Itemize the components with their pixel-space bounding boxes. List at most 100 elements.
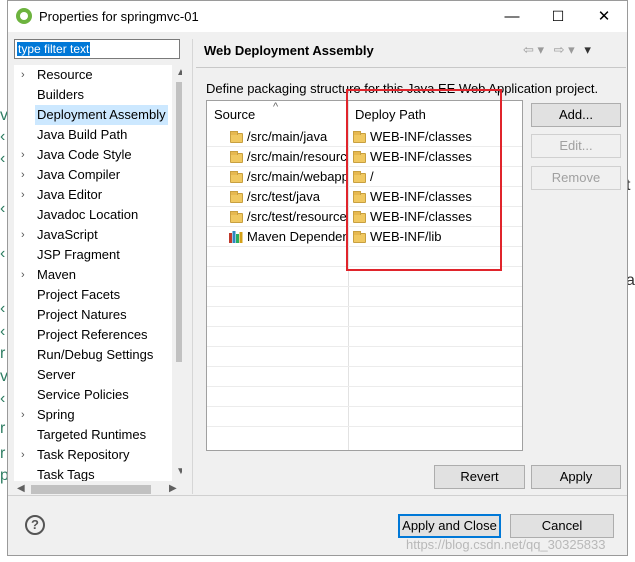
chevron-right-icon[interactable]: › <box>21 165 31 185</box>
tree-item[interactable]: Builders <box>14 85 172 105</box>
scroll-down-icon[interactable]: ▼ <box>176 466 182 477</box>
tree-item[interactable]: Task Tags <box>14 465 172 481</box>
tree-item-label: Targeted Runtimes <box>37 427 147 442</box>
folder-icon <box>230 131 243 143</box>
add-button[interactable]: Add... <box>531 103 621 127</box>
apply-button[interactable]: Apply <box>531 465 621 489</box>
minimize-button[interactable]: — <box>489 1 535 32</box>
view-menu-icon[interactable]: ▾ <box>584 42 591 57</box>
background-glyph: ‹ <box>0 150 6 167</box>
scroll-left-icon[interactable]: ◀ <box>17 483 25 494</box>
scroll-right-icon[interactable]: ▶ <box>169 483 177 494</box>
page-title: Web Deployment Assembly <box>204 43 374 58</box>
tree-item[interactable]: Javadoc Location <box>14 205 172 225</box>
property-tree: › Resource Builders Deployment Assembly Java… <box>14 65 182 481</box>
forward-arrow-icon[interactable]: ⇨ ▾ <box>554 42 575 57</box>
filter-input[interactable]: type filter text <box>14 39 180 59</box>
background-glyph: ‹ <box>0 128 6 145</box>
page-navigation: ⇦ ▾ ⇨ ▾ ▾ <box>523 42 591 58</box>
chevron-right-icon[interactable]: › <box>21 225 31 245</box>
close-button[interactable]: ✕ <box>581 1 627 32</box>
tree-item-label: Spring <box>37 407 75 422</box>
folder-icon <box>230 171 243 183</box>
window-title: Properties for springmvc-01 <box>39 9 199 24</box>
tree-item[interactable]: › Maven <box>14 265 172 285</box>
pane-divider[interactable] <box>192 39 193 494</box>
back-arrow-icon[interactable]: ⇦ ▾ <box>523 42 544 57</box>
chevron-right-icon[interactable]: › <box>21 405 31 425</box>
tree-item[interactable]: › Java Editor <box>14 185 172 205</box>
apply-and-close-button[interactable]: Apply and Close <box>398 514 501 538</box>
background-glyph: r <box>0 445 6 462</box>
background-glyph: ‹ <box>0 300 6 317</box>
tree-item[interactable]: Deployment Assembly <box>14 105 172 125</box>
tree-item-label: Project Facets <box>37 287 121 302</box>
source-cell: /src/main/java <box>247 129 328 144</box>
tree-item[interactable]: Service Policies <box>14 385 172 405</box>
scrollbar-thumb[interactable] <box>31 485 151 494</box>
tree-item[interactable]: Server <box>14 365 172 385</box>
tree-item-label: Task Repository <box>37 447 130 462</box>
scroll-up-icon[interactable]: ▲ <box>176 67 182 78</box>
table-row <box>207 347 522 367</box>
source-cell: Maven Dependencies <box>247 229 347 244</box>
table-row <box>207 307 522 327</box>
tree-item-label: Builders <box>37 87 84 102</box>
tree-item[interactable]: › Spring <box>14 405 172 425</box>
background-glyph: r <box>0 345 6 362</box>
tree-item[interactable]: Project References <box>14 325 172 345</box>
spring-app-icon <box>16 8 32 24</box>
cancel-button[interactable]: Cancel <box>510 514 614 538</box>
help-icon[interactable]: ? <box>25 515 45 535</box>
chevron-right-icon[interactable]: › <box>21 145 31 165</box>
edit-button[interactable]: Edit... <box>531 134 621 158</box>
tree-item[interactable]: › JavaScript <box>14 225 172 245</box>
tree-item[interactable]: JSP Fragment <box>14 245 172 265</box>
tree-item[interactable]: Java Build Path <box>14 125 172 145</box>
source-cell: /src/test/java <box>247 189 320 204</box>
table-row <box>207 387 522 407</box>
tree-item[interactable]: Run/Debug Settings <box>14 345 172 365</box>
tree-item[interactable]: › Resource <box>14 65 172 85</box>
tree-item[interactable]: Project Facets <box>14 285 172 305</box>
tree-item-label: Run/Debug Settings <box>37 347 154 362</box>
background-glyph: ‹ <box>0 323 6 340</box>
properties-dialog: Properties for springmvc-01 — ☐ ✕ type f… <box>7 0 628 556</box>
tree-vertical-scrollbar[interactable]: ▲ ▼ <box>172 65 182 481</box>
column-header-source[interactable]: Source <box>214 101 255 127</box>
folder-icon <box>230 151 243 163</box>
sort-indicator-icon: ^ <box>273 101 279 113</box>
tree-item-label: Java Editor <box>37 187 103 202</box>
background-glyph: r <box>0 420 6 437</box>
folder-icon <box>230 191 243 203</box>
table-row <box>207 287 522 307</box>
tree-item[interactable]: Targeted Runtimes <box>14 425 172 445</box>
maximize-button[interactable]: ☐ <box>535 1 581 32</box>
tree-item-label: JavaScript <box>37 227 98 242</box>
tree-item-label: Project References <box>37 327 148 342</box>
tree-item-label: Java Code Style <box>37 147 132 162</box>
tree-item[interactable]: › Task Repository <box>14 445 172 465</box>
chevron-right-icon[interactable]: › <box>21 265 31 285</box>
title-bar: Properties for springmvc-01 — ☐ ✕ <box>8 1 627 32</box>
tree-item-label: Java Compiler <box>37 167 121 182</box>
tree-item[interactable]: Project Natures <box>14 305 172 325</box>
folder-icon <box>230 211 243 223</box>
tree-item[interactable]: › Java Code Style <box>14 145 172 165</box>
remove-button[interactable]: Remove <box>531 166 621 190</box>
chevron-right-icon[interactable]: › <box>21 185 31 205</box>
scrollbar-thumb[interactable] <box>176 82 182 362</box>
tree-item-label: Task Tags <box>37 467 95 481</box>
chevron-right-icon[interactable]: › <box>21 65 31 85</box>
table-row <box>207 367 522 387</box>
tree-item-label: Resource <box>37 67 93 82</box>
chevron-right-icon[interactable]: › <box>21 445 31 465</box>
tree-item-label: Project Natures <box>37 307 127 322</box>
revert-button[interactable]: Revert <box>434 465 525 489</box>
footer-separator <box>8 495 627 496</box>
source-cell: /src/main/webapp <box>247 169 347 184</box>
tree-item[interactable]: › Java Compiler <box>14 165 172 185</box>
filter-text: type filter text <box>17 42 91 56</box>
background-glyph: ‹ <box>0 200 6 217</box>
library-icon <box>229 231 243 243</box>
